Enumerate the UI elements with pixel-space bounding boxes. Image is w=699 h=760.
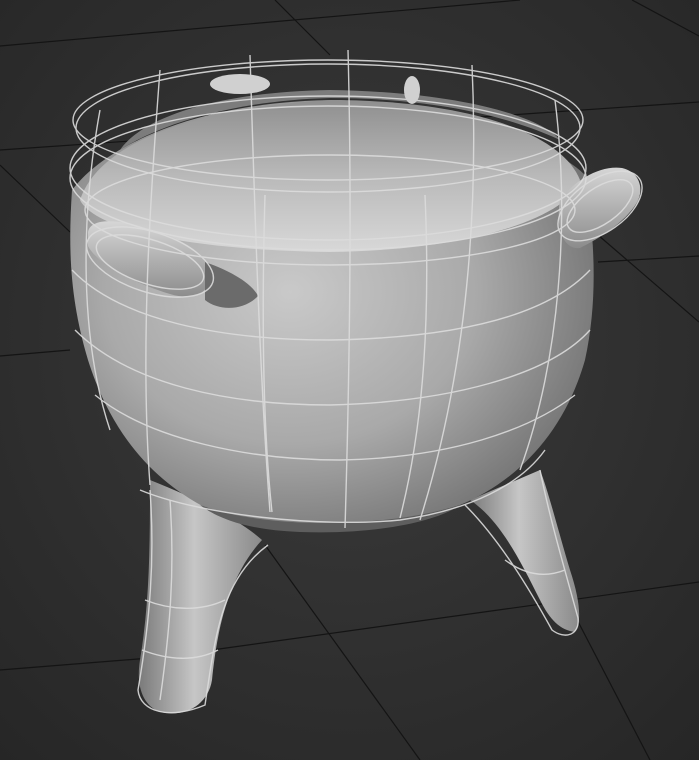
viewport-canvas[interactable] <box>0 0 699 760</box>
rim-knob <box>210 74 270 94</box>
viewport-3d[interactable] <box>0 0 699 760</box>
rim-knob <box>404 76 420 104</box>
